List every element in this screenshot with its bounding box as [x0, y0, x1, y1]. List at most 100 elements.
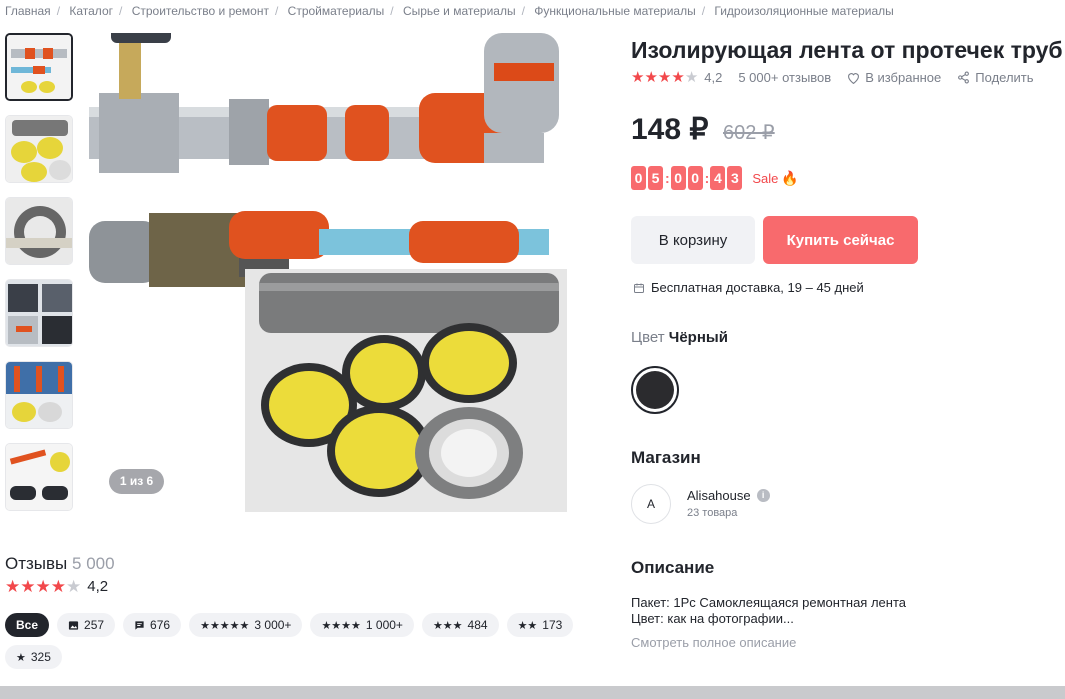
delivery-text: Бесплатная доставка, 19 – 45 дней	[651, 280, 864, 295]
breadcrumb-raw-materials[interactable]: Сырье и материалы	[403, 4, 516, 18]
star-icon: ★	[20, 577, 36, 596]
reviews-link[interactable]: 5 000+ отзывов	[738, 70, 831, 85]
breadcrumb-building-materials[interactable]: Стройматериалы	[288, 4, 385, 18]
comment-icon	[135, 620, 144, 630]
five-stars-icon: ★★★★★	[200, 619, 250, 632]
share-icon	[958, 71, 970, 84]
thumbnail-3[interactable]	[5, 197, 73, 265]
timer-digit: 0	[631, 166, 646, 190]
bottom-scroll-area	[0, 686, 1065, 699]
store-name[interactable]: Alisahouse	[687, 488, 751, 503]
star-icon: ★	[5, 577, 21, 596]
color-value: Чёрный	[668, 329, 728, 346]
breadcrumb-waterproofing[interactable]: Гидроизоляционные материалы	[714, 4, 893, 18]
chip-label: 257	[84, 618, 105, 632]
chip-label: 1 000+	[365, 618, 403, 632]
filter-chip-2-stars[interactable]: ★★ 173	[506, 613, 574, 637]
three-stars-icon: ★★★	[432, 619, 463, 632]
breadcrumb-catalog[interactable]: Каталог	[69, 4, 113, 18]
thumbnail-5[interactable]	[5, 361, 73, 429]
reviews-heading-label: Отзывы	[5, 554, 68, 573]
breadcrumb: Главная / Каталог / Строительство и ремонт…	[5, 4, 894, 18]
rating-stars: ★ ★ ★ ★ ★	[631, 70, 698, 85]
two-stars-icon: ★★	[517, 619, 538, 632]
reviews-heading: Отзывы 5 000	[5, 554, 115, 574]
chip-label: 3 000+	[254, 618, 292, 632]
star-icon: ★	[35, 577, 51, 596]
one-star-icon: ★	[16, 651, 26, 664]
show-full-description-link[interactable]: Смотреть полное описание	[631, 635, 796, 650]
review-filter-chips: Все 257 676 ★★★★★ 3 000+ ★★★★ 1 000+ ★★★…	[5, 613, 575, 669]
price: 148 ₽	[631, 113, 709, 146]
share-button[interactable]: Поделить	[957, 70, 1034, 85]
description-heading: Описание	[631, 558, 715, 577]
color-swatch-black[interactable]	[631, 366, 679, 414]
timer-digit: 4	[710, 166, 726, 190]
rating-value: 4,2	[704, 70, 723, 85]
star-icon: ★	[684, 69, 699, 86]
chip-label: 484	[467, 618, 488, 632]
buy-now-button[interactable]: Купить сейчас	[763, 216, 918, 264]
thumbnail-4[interactable]	[5, 279, 73, 347]
timer-digit: 3	[727, 166, 743, 190]
filter-chip-4-stars[interactable]: ★★★★ 1 000+	[310, 613, 414, 637]
old-price: 602 ₽	[723, 122, 775, 144]
product-rating-row: ★ ★ ★ ★ ★ 4,2 5 000+ отзывов В избранное…	[631, 70, 1034, 85]
heart-icon	[848, 72, 860, 84]
store-product-count: 23 товара	[687, 507, 738, 519]
filter-chip-comment[interactable]: 676	[123, 613, 182, 637]
store-heading: Магазин	[631, 448, 701, 467]
chip-label: 325	[30, 650, 51, 664]
image-pager: 1 из 6	[109, 469, 164, 494]
info-icon[interactable]: i	[756, 489, 770, 502]
timer-digit: 0	[670, 166, 686, 190]
filter-chip-all[interactable]: Все	[5, 613, 50, 637]
favorite-label: В избранное	[865, 70, 942, 85]
sale-timer: 0 5 : 0 0 : 4 3 Sale 🔥	[631, 166, 799, 190]
filter-chip-photo[interactable]: 257	[57, 613, 116, 637]
store-name-row[interactable]: Alisahouse i	[687, 488, 770, 503]
description-line: Пакет: 1Pc Самоклеящаяся ремонтная лента	[631, 595, 906, 610]
rating-stars: ★ ★ ★ ★ ★	[5, 578, 81, 595]
timer-digit: 0	[687, 166, 703, 190]
star-icon: ★	[657, 69, 672, 86]
calendar-icon	[634, 283, 644, 293]
image-icon	[68, 620, 79, 630]
breadcrumb-construction[interactable]: Строительство и ремонт	[132, 4, 269, 18]
description-line: Цвет: как на фотографии...	[631, 611, 794, 626]
product-title: Изолирующая лента от протечек труб	[631, 37, 1063, 63]
color-selector-label: Цвет Чёрный	[631, 329, 728, 346]
four-stars-icon: ★★★★	[321, 619, 361, 632]
thumbnail-list	[5, 33, 75, 525]
store-avatar[interactable]: A	[631, 484, 671, 524]
delivery-info: Бесплатная доставка, 19 – 45 дней	[633, 280, 864, 295]
reviews-rating-value: 4,2	[87, 578, 109, 595]
description-text: Пакет: 1Pc Самоклеящаяся ремонтная лента…	[631, 595, 906, 627]
reviews-count: 5 000	[72, 554, 115, 573]
star-icon: ★	[644, 69, 658, 86]
thumbnail-6[interactable]	[5, 443, 73, 511]
filter-chip-3-stars[interactable]: ★★★ 484	[421, 613, 499, 637]
color-label: Цвет	[631, 329, 665, 346]
chip-label: Все	[16, 618, 39, 632]
breadcrumb-home[interactable]: Главная	[5, 4, 51, 18]
add-to-cart-button[interactable]: В корзину	[631, 216, 755, 264]
fire-icon: 🔥	[781, 169, 799, 186]
filter-chip-5-stars[interactable]: ★★★★★ 3 000+	[189, 613, 303, 637]
star-icon: ★	[66, 577, 82, 596]
thumbnail-1[interactable]	[5, 33, 73, 101]
chip-label: 173	[542, 618, 563, 632]
favorite-button[interactable]: В избранное	[847, 70, 941, 85]
sale-label: Sale	[752, 170, 779, 186]
main-product-image[interactable]	[89, 33, 567, 512]
breadcrumb-functional-materials[interactable]: Функциональные материалы	[534, 4, 695, 18]
chip-label: 676	[150, 618, 171, 632]
timer-digit: 5	[648, 166, 663, 190]
reviews-rating: ★ ★ ★ ★ ★ 4,2	[5, 578, 108, 595]
share-label: Поделить	[975, 70, 1034, 85]
thumbnail-2[interactable]	[5, 115, 73, 183]
star-icon: ★	[671, 69, 685, 86]
star-icon: ★	[631, 69, 645, 86]
filter-chip-1-star[interactable]: ★ 325	[5, 645, 62, 669]
star-icon: ★	[50, 577, 66, 596]
